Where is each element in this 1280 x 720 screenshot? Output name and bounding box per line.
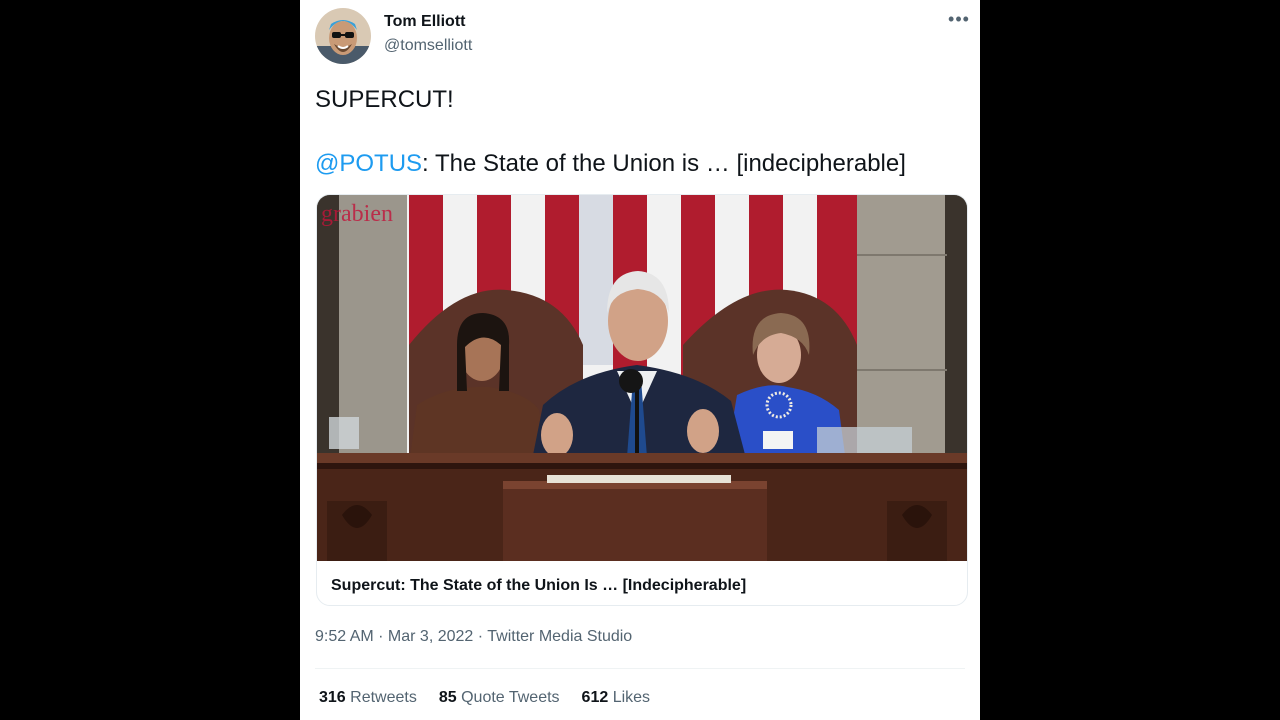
likes-count: 612 [581, 689, 609, 706]
author-name[interactable]: Tom Elliott [384, 13, 465, 31]
likes-stat[interactable]: 612 Likes [582, 689, 651, 707]
retweets-label: Retweets [350, 689, 417, 706]
media-card[interactable]: grabien Supercut: The State of the Union… [316, 194, 968, 606]
retweets-stat[interactable]: 316 Retweets [319, 689, 417, 707]
tweet-date[interactable]: Mar 3, 2022 [388, 628, 473, 645]
avatar[interactable] [315, 8, 371, 64]
quote-tweets-stat[interactable]: 85 Quote Tweets [439, 689, 560, 707]
quotes-count: 85 [438, 689, 457, 706]
likes-label: Likes [612, 689, 651, 706]
tweet-source[interactable]: Twitter Media Studio [487, 628, 632, 645]
tweet-meta: 9:52 AM · Mar 3, 2022 · Twitter Media St… [315, 628, 632, 646]
meta-separator: · [473, 628, 488, 645]
card-title[interactable]: Supercut: The State of the Union Is … [I… [331, 577, 746, 595]
tweet-text-rest: : The State of the Union is … [indeciphe… [422, 150, 906, 177]
more-horizontal-icon: ••• [948, 8, 970, 29]
tweet-text-line2: @POTUS: The State of the Union is … [ind… [315, 150, 906, 178]
tweet-time[interactable]: 9:52 AM [315, 628, 374, 645]
quotes-label: Quote Tweets [461, 689, 560, 706]
retweets-count: 316 [319, 689, 346, 706]
meta-separator: · [373, 628, 388, 645]
avatar-image [315, 8, 371, 64]
divider [315, 668, 965, 669]
more-options-button[interactable]: ••• [946, 6, 972, 32]
tweet-text-line1: SUPERCUT! [315, 86, 454, 113]
author-handle[interactable]: @tomselliott [384, 37, 472, 55]
watermark-text: grabien [321, 201, 393, 227]
mention-link[interactable]: @POTUS [315, 150, 422, 177]
tweet-stats: 316 Retweets 85 Quote Tweets 612 Likes [319, 689, 650, 707]
tweet-card: Tom Elliott @tomselliott ••• SUPERCUT! @… [300, 0, 980, 720]
video-thumbnail[interactable]: grabien [317, 195, 968, 561]
